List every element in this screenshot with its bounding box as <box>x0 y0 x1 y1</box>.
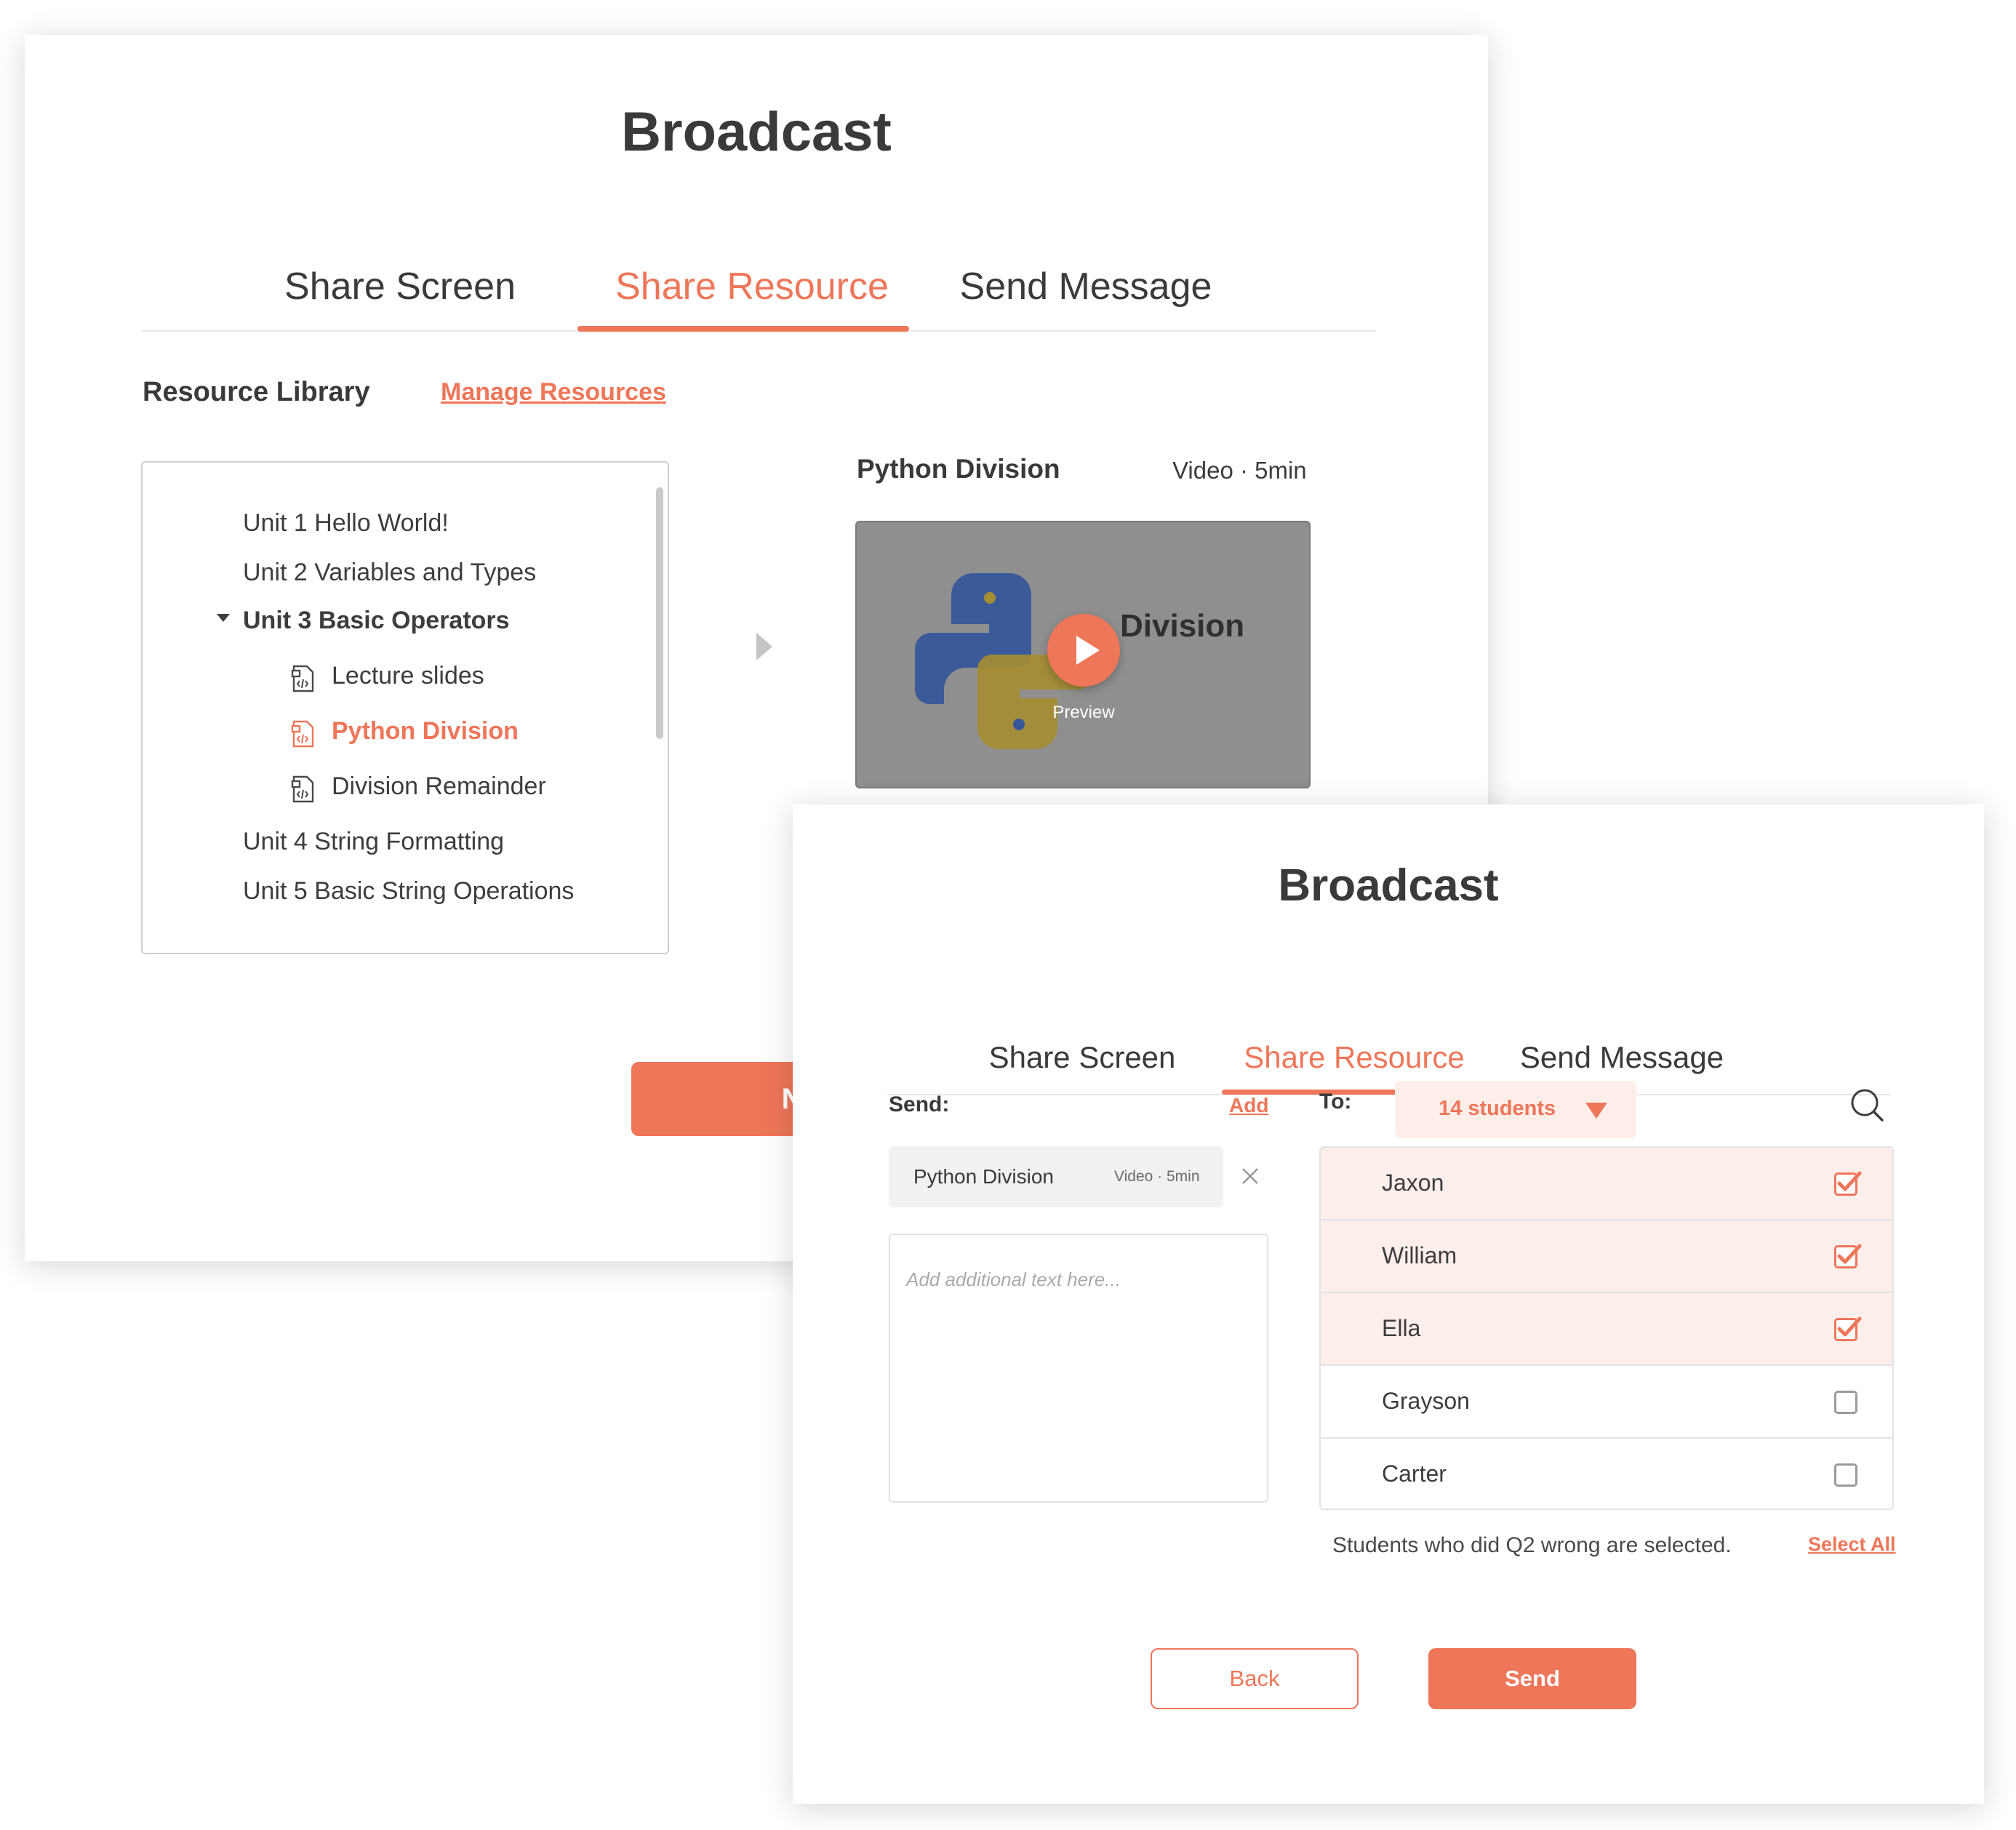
tab-bar: Share Screen Share Resource Send Message <box>887 964 1891 1095</box>
tab-share-resource[interactable]: Share Resource <box>1223 1040 1485 1075</box>
selection-hint: Students who did Q2 wrong are selected. <box>1332 1533 1732 1557</box>
select-all-link[interactable]: Select All <box>1808 1533 1896 1556</box>
tree-unit-5[interactable]: Unit 5 Basic String Operations <box>243 877 574 906</box>
tree-item-division-remainder[interactable]: Division Remainder <box>332 772 546 801</box>
student-name: Carter <box>1382 1461 1447 1487</box>
to-label: To: <box>1319 1090 1352 1114</box>
tab-share-resource[interactable]: Share Resource <box>588 265 916 308</box>
student-name: William <box>1382 1242 1457 1268</box>
manage-resources-link[interactable]: Manage Resources <box>441 378 666 407</box>
checkbox-empty-icon[interactable] <box>1834 1391 1857 1414</box>
tree-item-lecture-slides[interactable]: Lecture slides <box>332 662 484 690</box>
student-name: Grayson <box>1382 1388 1470 1414</box>
student-row[interactable]: Jaxon <box>1321 1148 1892 1220</box>
chevron-down-icon[interactable] <box>217 614 230 622</box>
student-row[interactable]: Carter <box>1321 1439 1892 1509</box>
preview-meta: Video · 5min <box>1172 457 1307 484</box>
student-row[interactable]: Ella <box>1321 1293 1892 1366</box>
resource-tree[interactable]: Unit 1 Hello World! Unit 2 Variables and… <box>141 461 669 954</box>
thumbnail-text: Division <box>1120 608 1245 644</box>
student-name: Jaxon <box>1382 1170 1444 1196</box>
play-icon[interactable] <box>1047 614 1120 687</box>
tree-unit-2[interactable]: Unit 2 Variables and Types <box>243 559 536 587</box>
dropdown-value: 14 students <box>1439 1097 1556 1120</box>
student-list: Jaxon William Ella Grayson Carter <box>1319 1146 1894 1510</box>
chip-meta: Video · 5min <box>1114 1168 1200 1185</box>
file-code-icon <box>291 775 314 803</box>
search-icon[interactable] <box>1850 1088 1885 1123</box>
tab-bar: Share Screen Share Resource Send Message <box>141 221 1376 332</box>
back-button[interactable]: Back <box>1151 1648 1359 1709</box>
tree-unit-4[interactable]: Unit 4 String Formatting <box>243 828 504 856</box>
tab-share-screen[interactable]: Share Screen <box>982 1040 1183 1075</box>
tree-item-python-division[interactable]: Python Division <box>332 717 519 746</box>
preview-label: Preview <box>1052 703 1115 722</box>
close-icon[interactable] <box>1241 1167 1260 1186</box>
tree-unit-1[interactable]: Unit 1 Hello World! <box>243 509 449 538</box>
active-tab-indicator <box>577 326 909 332</box>
broadcast-panel-send: Broadcast Share Screen Share Resource Se… <box>793 804 1984 1804</box>
recipients-dropdown[interactable]: 14 students <box>1395 1081 1636 1138</box>
tab-send-message[interactable]: Send Message <box>1514 1040 1729 1075</box>
message-textarea[interactable]: Add additional text here... <box>889 1234 1268 1503</box>
tree-unit-3[interactable]: Unit 3 Basic Operators <box>243 607 510 635</box>
checkbox-empty-icon[interactable] <box>1834 1463 1857 1487</box>
checkbox-checked-icon[interactable] <box>1834 1244 1862 1268</box>
file-code-icon <box>291 665 314 692</box>
chip-title: Python Division <box>913 1165 1054 1188</box>
resource-library-label: Resource Library <box>143 377 370 407</box>
preview-title: Python Division <box>857 454 1060 484</box>
student-name: Ella <box>1382 1315 1421 1341</box>
tree-scrollbar[interactable] <box>656 487 663 739</box>
tab-send-message[interactable]: Send Message <box>943 265 1229 308</box>
send-label: Send: <box>889 1092 950 1116</box>
checkbox-checked-icon[interactable] <box>1834 1171 1862 1196</box>
file-code-icon <box>291 720 314 748</box>
student-row[interactable]: William <box>1321 1220 1892 1293</box>
panel-title: Broadcast <box>1278 860 1499 911</box>
triangle-down-icon <box>1585 1103 1607 1119</box>
panel-title: Broadcast <box>621 101 892 163</box>
checkbox-checked-icon[interactable] <box>1834 1316 1862 1341</box>
resource-chip: Python Division Video · 5min <box>889 1146 1223 1207</box>
student-row[interactable]: Grayson <box>1321 1366 1892 1439</box>
add-link[interactable]: Add <box>1229 1094 1268 1117</box>
video-thumbnail[interactable]: Division Preview <box>855 521 1311 788</box>
send-button[interactable]: Send <box>1428 1648 1636 1709</box>
tab-share-screen[interactable]: Share Screen <box>275 265 525 308</box>
chevron-right-icon <box>756 633 772 660</box>
